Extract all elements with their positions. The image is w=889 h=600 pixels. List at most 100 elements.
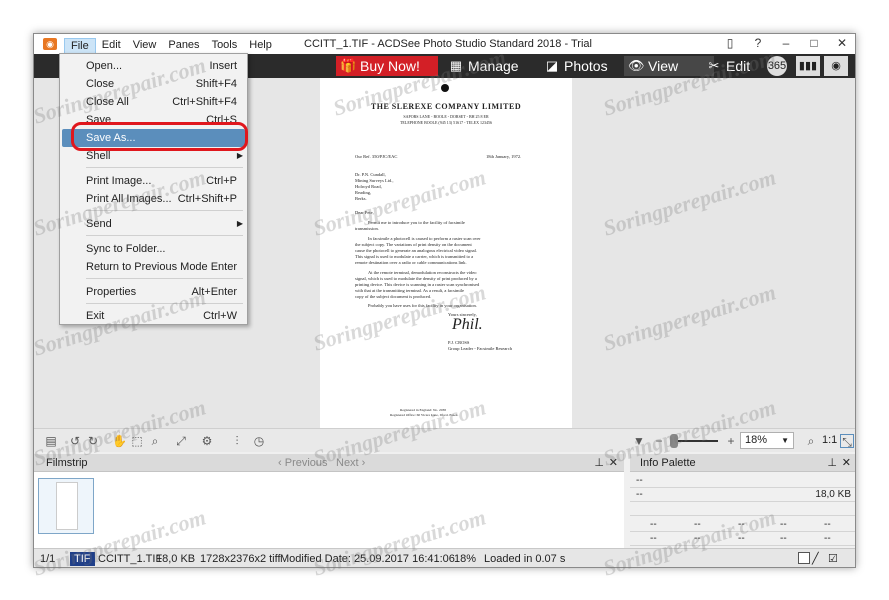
zoom-out-icon[interactable]: − <box>652 434 666 448</box>
doc-role: Group Leader - Facsimile Research <box>448 346 512 351</box>
menu-help[interactable]: Help <box>243 38 278 54</box>
status-zoom: 18% <box>454 553 477 565</box>
menu-item-close-all[interactable]: Close All Ctrl+Shift+F4 <box>62 93 245 111</box>
filmstrip-title: Filmstrip <box>46 457 88 469</box>
menu-panes[interactable]: Panes <box>162 38 205 54</box>
dropdown-triangle-icon[interactable]: ▼ <box>632 434 646 448</box>
zoom-slider-knob[interactable] <box>670 434 678 448</box>
doc-p3a: At the remote terminal, demodulation rec… <box>368 270 477 275</box>
status-filesize: 18,0 KB <box>156 553 196 565</box>
info-value: -- <box>636 489 643 500</box>
adjust-icon[interactable]: ⫶ <box>230 434 244 448</box>
visibility-button[interactable]: ◉ <box>824 56 848 76</box>
menu-item-print-all[interactable]: Print All Images... Ctrl+Shift+P <box>62 190 245 208</box>
help-icon[interactable]: ? <box>751 36 765 50</box>
buy-now-label: Buy Now! <box>360 58 420 74</box>
panel-close-icon[interactable]: ✕ <box>842 454 851 472</box>
zoom-in-icon[interactable]: + <box>724 434 738 448</box>
info-value: -- <box>738 519 745 530</box>
bar-chart-icon: ▮▮▮ <box>798 60 818 72</box>
menu-item-exit-label: Exit <box>86 310 105 322</box>
rotate-right-icon[interactable]: ↻ <box>86 434 100 448</box>
zoom-icon[interactable]: ⌕ <box>148 434 162 448</box>
fullscreen-icon[interactable]: ⤡ <box>840 434 854 449</box>
status-format-badge: TIF <box>70 552 95 566</box>
previous-button[interactable]: ‹ Previous <box>278 454 328 472</box>
menu-edit[interactable]: Edit <box>96 38 127 54</box>
menu-item-exit[interactable]: Exit Ctrl+W <box>62 307 245 325</box>
menu-item-send[interactable]: Send ▶ <box>62 215 245 233</box>
panel-close-icon[interactable]: ✕ <box>609 454 618 472</box>
menu-item-properties[interactable]: Properties Alt+Enter <box>62 283 245 301</box>
buy-now-button[interactable]: 🎁 Buy Now! <box>336 56 438 76</box>
365-mode-button[interactable]: 365 <box>767 56 787 76</box>
doc-foot-2: Registered Office: 60 Vicara Lane, Ilfor… <box>390 413 459 417</box>
status-bar: 1/1 TIF CCITT_1.TIF 18,0 KB 1728x2376x2 … <box>34 548 855 567</box>
pin-icon[interactable]: ⊥ <box>594 454 604 472</box>
menu-item-return-previous[interactable]: Return to Previous Mode Enter <box>62 258 245 276</box>
info-value: -- <box>694 533 701 544</box>
menu-file[interactable]: File <box>64 38 96 54</box>
info-palette-body: -- -- 18,0 KB -- -- -- -- -- -- -- -- --… <box>630 472 855 548</box>
status-filename: CCITT_1.TIF <box>98 553 163 565</box>
menu-separator <box>86 235 243 236</box>
doc-p1a: Permit me to introduce you to the facili… <box>368 220 465 225</box>
pen-icon[interactable]: ╱ <box>812 549 819 567</box>
app-window: ◉ File Edit View Panes Tools Help CCITT_… <box>33 33 856 568</box>
edit-label: Edit <box>726 58 751 74</box>
dashboard-mode-button[interactable]: ▮▮▮ <box>796 56 820 76</box>
doc-p2e: remote destination over a radio or cable… <box>355 260 467 265</box>
next-button[interactable]: Next › <box>336 454 365 472</box>
menu-item-properties-shortcut: Alt+Enter <box>191 286 237 298</box>
info-row: -- -- -- -- -- <box>630 532 855 546</box>
menu-item-close[interactable]: Close Shift+F4 <box>62 75 245 93</box>
menu-item-sync-folder[interactable]: Sync to Folder... <box>62 240 245 258</box>
info-value: -- <box>636 475 643 486</box>
edit-tools-icon: ✂ <box>708 58 720 73</box>
clock-icon[interactable]: ◷ <box>252 434 266 448</box>
zoom-select[interactable]: 18% ▼ <box>740 432 794 449</box>
photos-mode-button[interactable]: ◪ Photos <box>540 56 608 76</box>
actual-size-ratio[interactable]: 1:1 <box>822 434 837 446</box>
menu-item-print-image[interactable]: Print Image... Ctrl+P <box>62 172 245 190</box>
menu-item-open-label: Open... <box>86 60 123 72</box>
status-loaded: Loaded in 0.07 s <box>484 553 566 565</box>
select-icon[interactable]: ⬚ <box>130 434 144 448</box>
minimize-icon[interactable]: – <box>779 36 793 50</box>
rotate-left-icon[interactable]: ↺ <box>68 434 82 448</box>
app-icon[interactable]: ◉ <box>43 38 57 50</box>
fit-icon[interactable]: ⤢ <box>174 434 188 448</box>
view-mode-button[interactable]: 👁 View <box>624 56 714 76</box>
info-value: -- <box>650 533 657 544</box>
menu-item-sync-folder-label: Sync to Folder... <box>86 243 166 255</box>
filmstrip-thumbnail[interactable] <box>38 478 94 534</box>
checkmark-icon[interactable]: ☑ <box>828 549 838 567</box>
layout-icon[interactable]: ▯ <box>723 36 737 50</box>
pin-icon[interactable]: ⊥ <box>827 454 837 472</box>
film-icon[interactable]: ▤ <box>44 434 58 448</box>
color-box-icon[interactable] <box>798 552 810 564</box>
magnifier-icon[interactable]: ⌕ <box>804 434 818 448</box>
info-row: -- -- -- -- -- <box>630 518 855 532</box>
view-label: View <box>648 58 679 74</box>
menu-item-return-previous-label: Return to Previous Mode <box>86 261 208 273</box>
close-icon[interactable]: ✕ <box>835 36 849 50</box>
maximize-icon[interactable]: □ <box>807 36 821 50</box>
doc-to-5: Berks. <box>355 196 367 201</box>
edit-mode-button[interactable]: ✂ Edit <box>702 56 751 76</box>
info-value: -- <box>824 533 831 544</box>
menu-item-open[interactable]: Open... Insert <box>62 57 245 75</box>
menu-view[interactable]: View <box>127 38 163 54</box>
info-palette-title: Info Palette <box>640 457 696 469</box>
doc-p3c: printing device. This device is scanning… <box>355 282 480 287</box>
manage-mode-button[interactable]: ▦ Manage <box>444 56 519 76</box>
punch-hole <box>441 84 449 92</box>
hand-icon[interactable]: ✋ <box>112 434 127 448</box>
settings-icon[interactable]: ⚙ <box>200 434 214 448</box>
eye-icon: 👁 <box>628 58 645 73</box>
menu-item-open-shortcut: Insert <box>209 60 237 72</box>
photos-icon: ◪ <box>545 58 559 73</box>
menu-item-print-all-shortcut: Ctrl+Shift+P <box>177 193 237 205</box>
menu-tools[interactable]: Tools <box>206 38 244 54</box>
zoom-value: 18% <box>745 434 768 446</box>
